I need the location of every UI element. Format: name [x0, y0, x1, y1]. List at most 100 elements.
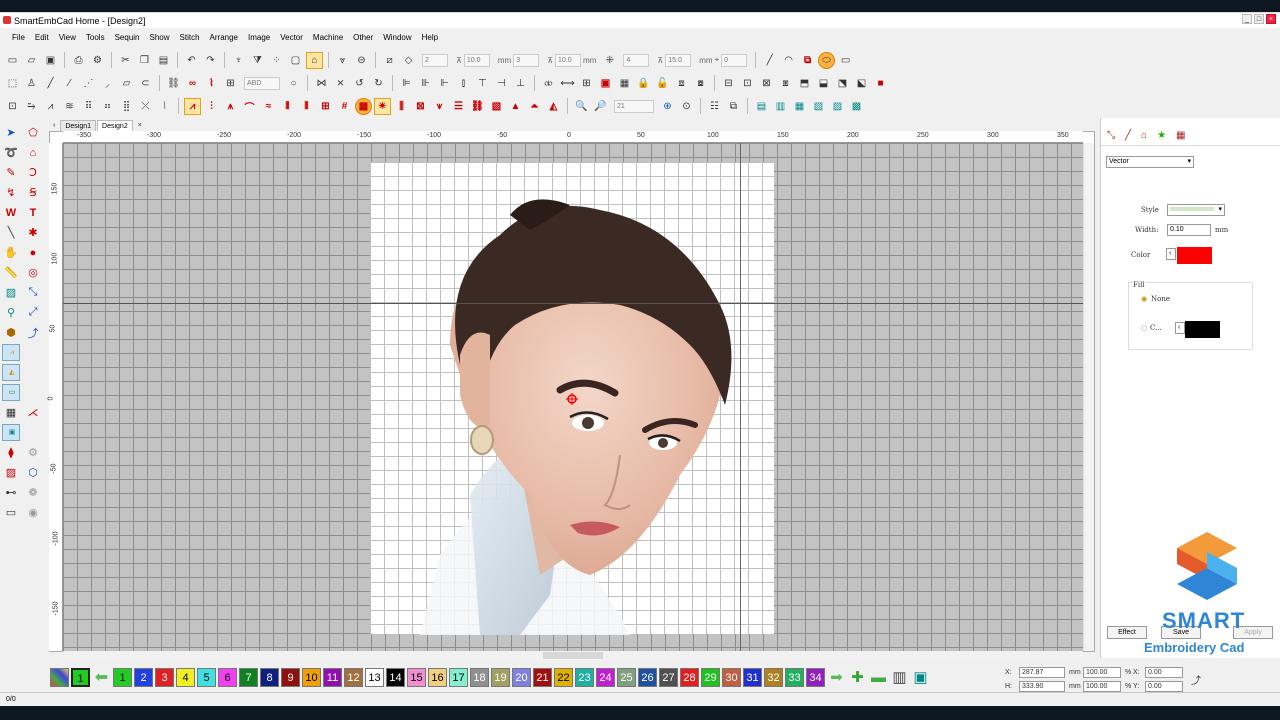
align-bottom-icon[interactable]: ⊥	[512, 75, 529, 92]
bezier-icon[interactable]: ↯	[2, 184, 20, 201]
menu-file[interactable]: File	[12, 31, 25, 45]
palette-manager-icon[interactable]	[50, 667, 69, 687]
pattern-icon[interactable]: ⧄	[381, 52, 398, 69]
palette-color-24[interactable]: 24	[596, 667, 615, 687]
align-middle-icon[interactable]: ⊣	[493, 75, 510, 92]
satin-tool-icon[interactable]: ⩘	[2, 344, 20, 361]
needle-icon[interactable]: ╲	[2, 224, 20, 241]
palette-color-17[interactable]: 17	[449, 667, 468, 687]
grid-fill-icon[interactable]: ▦	[2, 404, 20, 421]
palette-color-22[interactable]: 22	[554, 667, 573, 687]
palette-color-18[interactable]: 18	[470, 667, 489, 687]
run-curve-icon[interactable]: ⤢	[24, 304, 42, 321]
x-coordinate[interactable]: 287.87	[1019, 667, 1065, 678]
eraser-icon[interactable]: ▱	[118, 75, 135, 92]
portrait-image[interactable]	[420, 195, 750, 635]
menu-image[interactable]: Image	[248, 31, 270, 45]
satin-tri3-icon[interactable]: ◭	[545, 98, 562, 115]
grid-dots-icon[interactable]: ⁘	[268, 52, 285, 69]
glasses-icon[interactable]: ⊷	[2, 484, 20, 501]
panel-tab-line-icon[interactable]: ╱	[1125, 130, 1131, 141]
tile-icon[interactable]: ▣	[2, 424, 20, 441]
trim-icon[interactable]: ⧇	[692, 75, 709, 92]
polygon-icon[interactable]: ⬠	[24, 124, 42, 141]
thread-icon[interactable]: ▬	[869, 668, 888, 687]
palette-color-25[interactable]: 25	[617, 667, 636, 687]
pointer-icon[interactable]: ➤	[2, 124, 20, 141]
ellipse-tool-icon[interactable]: ⬭	[818, 51, 836, 69]
node-edit-icon[interactable]: ✎	[2, 164, 20, 181]
zoom-out-icon[interactable]: 🔎	[592, 98, 609, 115]
tab-design2[interactable]: Design2	[97, 120, 133, 131]
frame-icon[interactable]: ▢	[287, 52, 304, 69]
style-select[interactable]: ▾	[1167, 204, 1225, 216]
palette-color-4[interactable]: 4	[176, 667, 195, 687]
satin-bar-icon[interactable]: ⦀	[279, 98, 296, 115]
steps-icon[interactable]: ⤴	[24, 324, 42, 341]
palette-color-15[interactable]: 15	[407, 667, 426, 687]
shape-tool-icon[interactable]: ⧉	[799, 52, 816, 69]
satin-lines-icon[interactable]: ☰	[450, 98, 467, 115]
table-icon[interactable]: ⊞	[578, 75, 595, 92]
group-icon[interactable]: ▦	[616, 75, 633, 92]
palette-color-30[interactable]: 30	[722, 667, 741, 687]
chain-icon[interactable]: ⛓	[165, 75, 182, 92]
palette-color-14[interactable]: 14	[386, 667, 405, 687]
close-button[interactable]: ×	[1266, 14, 1276, 24]
panel-tab-shape-icon[interactable]: ⌂	[1141, 130, 1147, 141]
monogram-icon[interactable]: W	[2, 204, 20, 221]
unlink-icon[interactable]: ⌇	[203, 75, 220, 92]
mirror-h-icon[interactable]: ⋈	[313, 75, 330, 92]
tab-design1[interactable]: Design1	[60, 120, 97, 131]
applique-icon[interactable]: ▨	[2, 464, 20, 481]
menu-stitch[interactable]: Stitch	[180, 31, 200, 45]
palette-color-13[interactable]: 13	[365, 667, 384, 687]
cog-icon[interactable]: ❁	[24, 484, 42, 501]
weld-icon[interactable]: ⧈	[673, 75, 690, 92]
rotate-right-icon[interactable]: ↻	[370, 75, 387, 92]
menu-sequin[interactable]: Sequin	[115, 31, 140, 45]
zoom-fit-icon[interactable]: ⊕	[659, 98, 676, 115]
align-center-icon[interactable]: ⊪	[417, 75, 434, 92]
align-right-icon[interactable]: ⊩	[436, 75, 453, 92]
palette-color-34[interactable]: 34	[806, 667, 825, 687]
color-book-icon[interactable]: ▥	[890, 668, 909, 687]
palette-color-29[interactable]: 29	[701, 667, 720, 687]
menu-help[interactable]: Help	[422, 31, 438, 45]
palette-color-7[interactable]: 7	[239, 667, 258, 687]
fold-icon[interactable]: ⩔	[334, 52, 351, 69]
open-file-icon[interactable]: ▱	[23, 52, 40, 69]
palette-color-16[interactable]: 16	[428, 667, 447, 687]
split-icon[interactable]: ⬓	[815, 75, 832, 92]
fill-color-swatch[interactable]	[1185, 321, 1220, 338]
link-icon[interactable]: ∞	[184, 75, 201, 92]
print-icon[interactable]: ⎙	[70, 52, 87, 69]
paste-icon[interactable]: ▤	[155, 52, 172, 69]
frame-f-icon[interactable]: ▩	[848, 98, 865, 115]
horizontal-scroll-thumb[interactable]	[543, 652, 603, 659]
mode-select[interactable]: Vector ▾	[1106, 156, 1194, 168]
width-field[interactable]: 10.0	[555, 53, 582, 67]
palette-color-12[interactable]: 12	[344, 667, 363, 687]
palette-color-21[interactable]: 21	[533, 667, 552, 687]
spacing-icon[interactable]: ⧞	[540, 75, 557, 92]
stitch-cross-icon[interactable]: ⤫	[137, 98, 154, 115]
knife-icon[interactable]: ⁄	[61, 75, 78, 92]
figure-icon[interactable]: ♙	[23, 75, 40, 92]
stitch-steps-icon[interactable]: ⠶	[99, 98, 116, 115]
palette-color-26[interactable]: 26	[638, 667, 657, 687]
add-color-icon[interactable]: ✚	[848, 668, 867, 687]
gear-small-icon[interactable]: ⚙	[24, 444, 42, 461]
minimize-button[interactable]: _	[1242, 14, 1252, 24]
guide-line-vertical[interactable]	[740, 143, 741, 651]
density-field[interactable]: 2	[422, 53, 448, 67]
rectangle-tool-icon[interactable]: ▭	[837, 52, 854, 69]
menu-window[interactable]: Window	[383, 31, 411, 45]
ring-icon[interactable]: ◎	[24, 264, 42, 281]
satin-star-icon[interactable]: ✴	[374, 97, 391, 115]
target-icon[interactable]: ◉	[24, 504, 42, 521]
palette-color-9[interactable]: 9	[281, 667, 300, 687]
tab-scroll-icon[interactable]: ‹	[49, 120, 59, 131]
menu-machine[interactable]: Machine	[313, 31, 343, 45]
outline-icon[interactable]: ⬒	[796, 75, 813, 92]
